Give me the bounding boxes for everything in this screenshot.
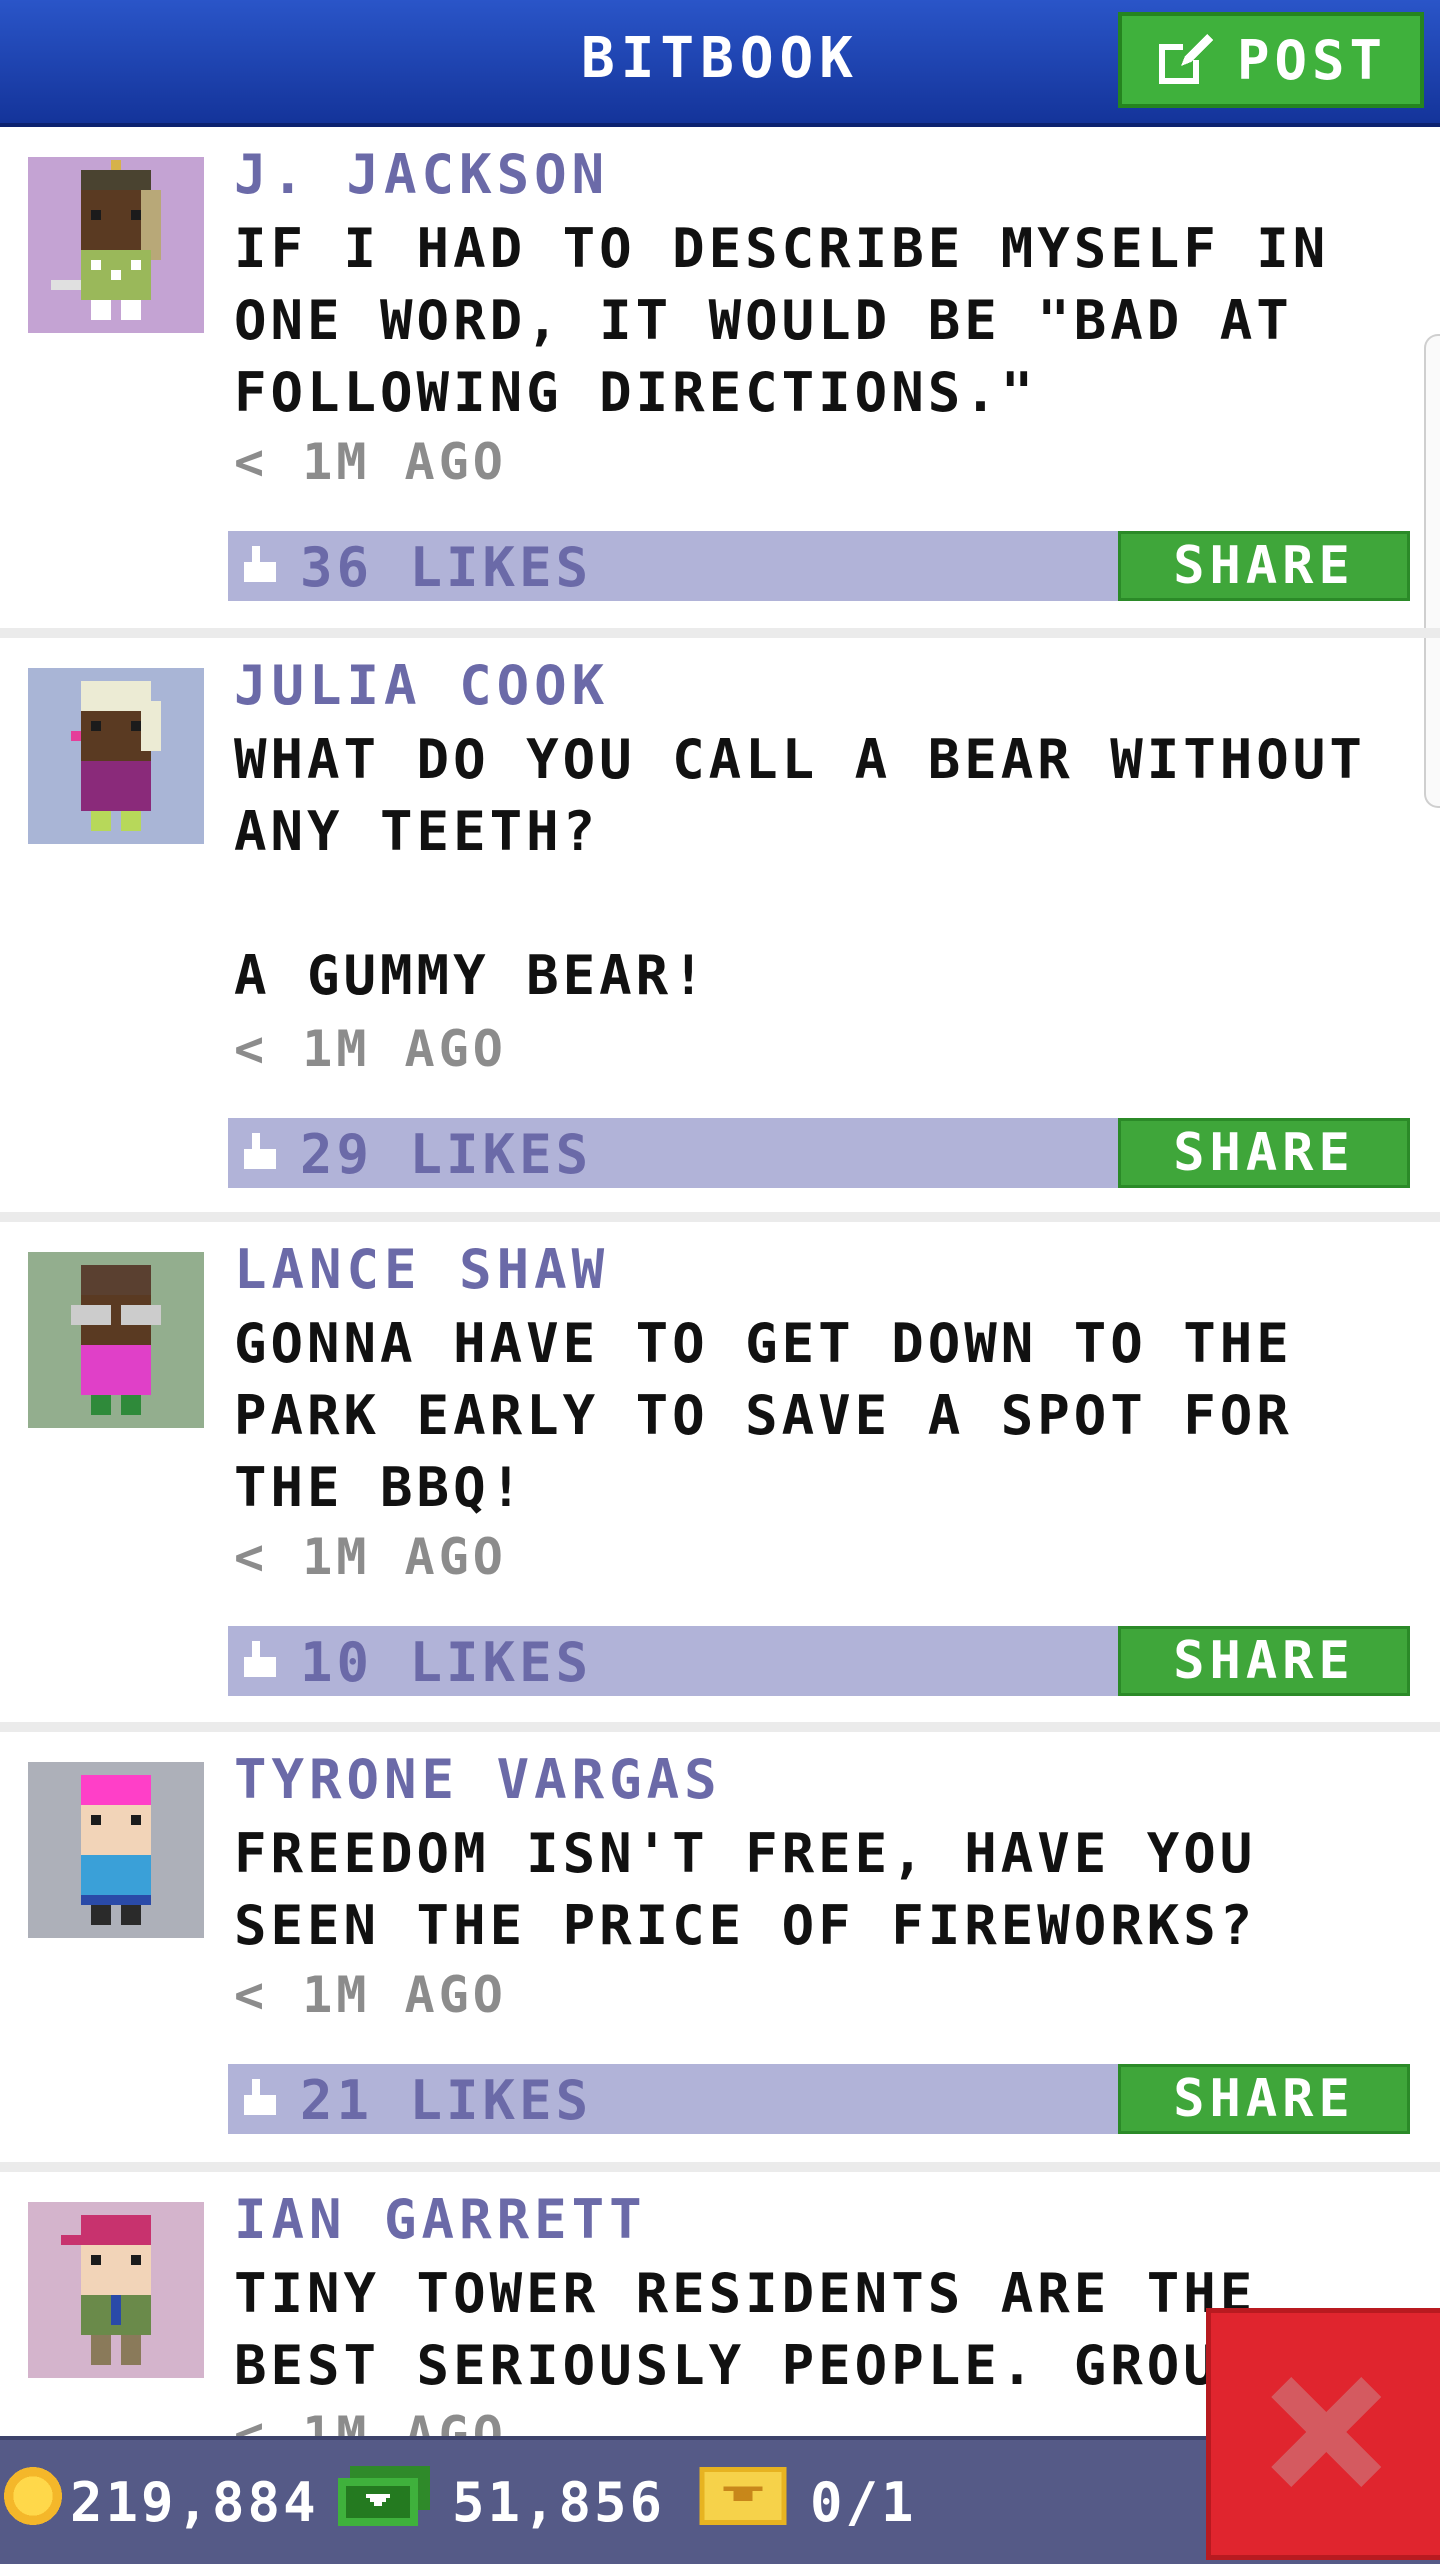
post-card: J. JACKSON IF I HAD TO DESCRIBE MYSELF I… [0,127,1440,624]
bux-count: 51,856 [452,2470,666,2534]
like-count: 21 LIKES [300,2069,593,2132]
author-name[interactable]: LANCE SHAW [234,1238,609,1301]
post-card: LANCE SHAW GONNA HAVE TO GET DOWN TO THE… [0,1222,1440,1722]
close-icon [1261,2367,1391,2501]
author-name[interactable]: TYRONE VARGAS [234,1748,722,1811]
avatar[interactable] [28,157,204,333]
like-bar: 21 LIKES SHARE [228,2064,1410,2134]
avatar[interactable] [28,2202,204,2378]
thumbs-up-icon[interactable] [240,1641,280,1685]
post-text: IF I HAD TO DESCRIBE MYSELF IN ONE WORD,… [234,217,1366,424]
post-button-label: POST [1236,28,1388,92]
avatar[interactable] [28,1762,204,1938]
coin-count: 219,884 [70,2470,319,2534]
post-text: WHAT DO YOU CALL A BEAR WITHOUT ANY TEET… [234,728,1366,1007]
ticket-balance: 0/1 [698,2440,917,2564]
post-time: < 1M AGO [234,1966,507,2024]
author-name[interactable]: IAN GARRETT [234,2188,647,2251]
thumbs-up-icon[interactable] [240,2079,280,2123]
avatar[interactable] [28,1252,204,1428]
post-button[interactable]: POST [1118,12,1424,108]
thumbs-up-icon[interactable] [240,546,280,590]
share-button[interactable]: SHARE [1118,2064,1410,2134]
like-bar: 29 LIKES SHARE [228,1118,1410,1188]
post-time: < 1M AGO [234,1020,507,1078]
ticket-icon [698,2466,788,2538]
divider [0,2162,1440,2172]
close-button[interactable] [1206,2308,1440,2560]
post-time: < 1M AGO [234,433,507,491]
coin-balance: 219,884 [4,2440,319,2564]
post-time: < 1M AGO [234,1528,507,1586]
share-button[interactable]: SHARE [1118,531,1410,601]
edit-icon [1155,32,1215,88]
ticket-count: 0/1 [810,2470,917,2534]
share-button[interactable]: SHARE [1118,1626,1410,1696]
divider [0,1722,1440,1732]
like-count: 29 LIKES [300,1123,593,1186]
post-card: JULIA COOK WHAT DO YOU CALL A BEAR WITHO… [0,638,1440,1212]
divider [0,1212,1440,1222]
author-name[interactable]: JULIA COOK [234,654,609,717]
like-count: 36 LIKES [300,536,593,599]
bux-balance: 51,856 [338,2440,665,2564]
like-bar: 10 LIKES SHARE [228,1626,1410,1696]
post-text: FREEDOM ISN'T FREE, HAVE YOU SEEN THE PR… [234,1822,1293,1957]
avatar[interactable] [28,668,204,844]
post-text: GONNA HAVE TO GET DOWN TO THE PARK EARLY… [234,1312,1330,1519]
post-card: TYRONE VARGAS FREEDOM ISN'T FREE, HAVE Y… [0,1732,1440,2162]
like-bar: 36 LIKES SHARE [228,531,1410,601]
thumbs-up-icon[interactable] [240,1133,280,1177]
like-count: 10 LIKES [300,1631,593,1694]
share-button[interactable]: SHARE [1118,1118,1410,1188]
bux-icon [338,2465,430,2539]
divider [0,628,1440,638]
app-header: BITBOOK POST [0,0,1440,127]
coin-icon [4,2466,62,2538]
author-name[interactable]: J. JACKSON [234,143,609,206]
